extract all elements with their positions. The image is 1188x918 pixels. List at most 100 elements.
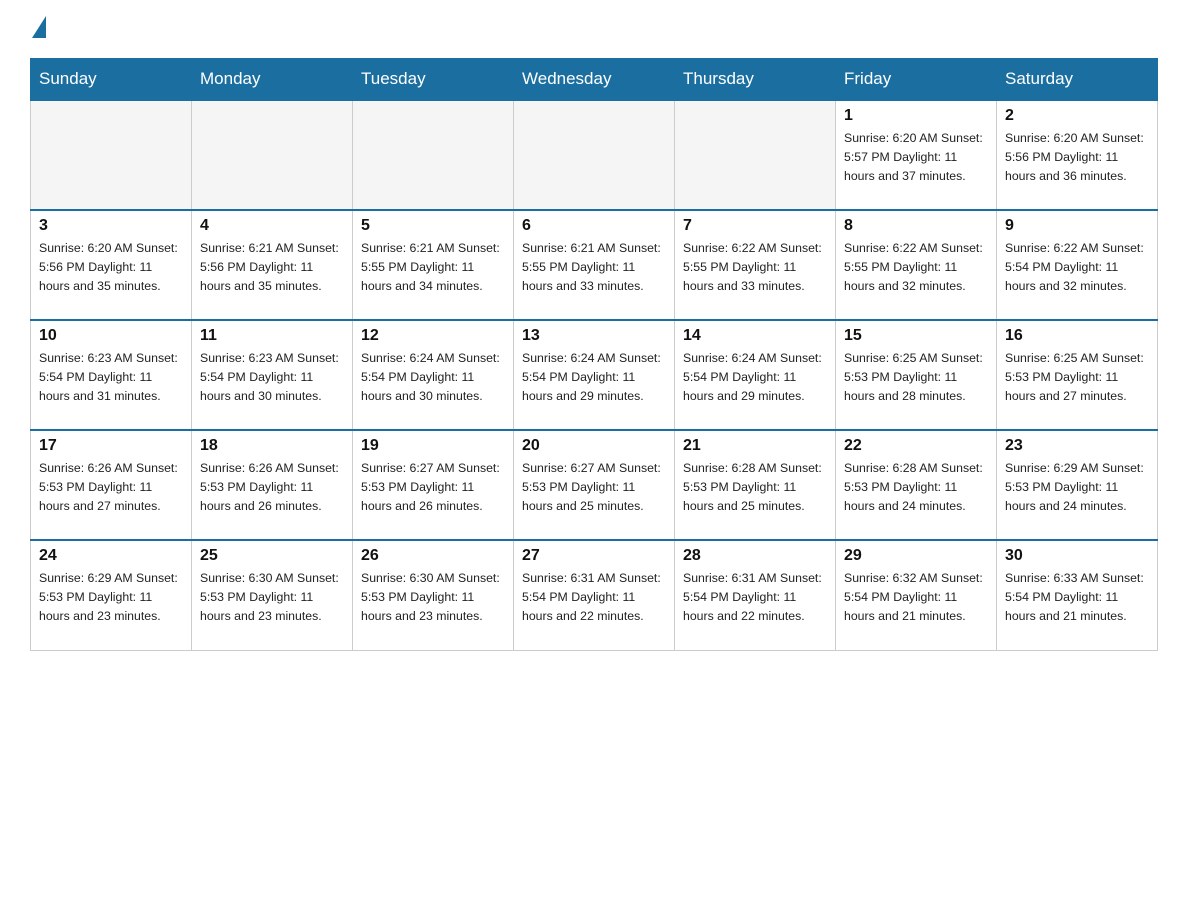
calendar-cell <box>31 100 192 210</box>
day-number: 22 <box>844 437 988 455</box>
calendar-cell: 18 Sunrise: 6:26 AM Sunset: 5:53 PM Dayli… <box>192 430 353 540</box>
day-number: 8 <box>844 217 988 235</box>
day-info: Sunrise: 6:24 AM Sunset: 5:54 PM Dayligh… <box>683 349 827 406</box>
calendar-cell: 2 Sunrise: 6:20 AM Sunset: 5:56 PM Daylig… <box>997 100 1158 210</box>
day-number: 29 <box>844 547 988 565</box>
day-number: 24 <box>39 547 183 565</box>
day-number: 23 <box>1005 437 1149 455</box>
day-number: 3 <box>39 217 183 235</box>
day-info: Sunrise: 6:22 AM Sunset: 5:54 PM Dayligh… <box>1005 239 1149 296</box>
day-info: Sunrise: 6:21 AM Sunset: 5:56 PM Dayligh… <box>200 239 344 296</box>
calendar-cell: 6 Sunrise: 6:21 AM Sunset: 5:55 PM Daylig… <box>514 210 675 320</box>
day-number: 12 <box>361 327 505 345</box>
day-number: 30 <box>1005 547 1149 565</box>
day-number: 17 <box>39 437 183 455</box>
day-info: Sunrise: 6:27 AM Sunset: 5:53 PM Dayligh… <box>522 459 666 516</box>
day-number: 7 <box>683 217 827 235</box>
day-number: 2 <box>1005 107 1149 125</box>
calendar-cell: 27 Sunrise: 6:31 AM Sunset: 5:54 PM Dayli… <box>514 540 675 650</box>
column-header-tuesday: Tuesday <box>353 59 514 101</box>
calendar-cell: 16 Sunrise: 6:25 AM Sunset: 5:53 PM Dayli… <box>997 320 1158 430</box>
calendar-cell: 23 Sunrise: 6:29 AM Sunset: 5:53 PM Dayli… <box>997 430 1158 540</box>
day-info: Sunrise: 6:26 AM Sunset: 5:53 PM Dayligh… <box>39 459 183 516</box>
calendar-week-row: 24 Sunrise: 6:29 AM Sunset: 5:53 PM Dayli… <box>31 540 1158 650</box>
day-number: 27 <box>522 547 666 565</box>
calendar-cell: 17 Sunrise: 6:26 AM Sunset: 5:53 PM Dayli… <box>31 430 192 540</box>
calendar-week-row: 10 Sunrise: 6:23 AM Sunset: 5:54 PM Dayli… <box>31 320 1158 430</box>
day-number: 9 <box>1005 217 1149 235</box>
calendar-header-row: SundayMondayTuesdayWednesdayThursdayFrid… <box>31 59 1158 101</box>
calendar-cell: 26 Sunrise: 6:30 AM Sunset: 5:53 PM Dayli… <box>353 540 514 650</box>
calendar-cell: 5 Sunrise: 6:21 AM Sunset: 5:55 PM Daylig… <box>353 210 514 320</box>
day-info: Sunrise: 6:20 AM Sunset: 5:56 PM Dayligh… <box>1005 129 1149 186</box>
day-info: Sunrise: 6:32 AM Sunset: 5:54 PM Dayligh… <box>844 569 988 626</box>
calendar-cell: 19 Sunrise: 6:27 AM Sunset: 5:53 PM Dayli… <box>353 430 514 540</box>
calendar-cell: 28 Sunrise: 6:31 AM Sunset: 5:54 PM Dayli… <box>675 540 836 650</box>
calendar-cell: 15Sunrise: 6:25 AM Sunset: 5:53 PM Dayli… <box>836 320 997 430</box>
day-number: 26 <box>361 547 505 565</box>
column-header-monday: Monday <box>192 59 353 101</box>
calendar-cell: 25Sunrise: 6:30 AM Sunset: 5:53 PM Dayli… <box>192 540 353 650</box>
day-number: 16 <box>1005 327 1149 345</box>
calendar-cell: 11Sunrise: 6:23 AM Sunset: 5:54 PM Dayli… <box>192 320 353 430</box>
calendar-cell: 12 Sunrise: 6:24 AM Sunset: 5:54 PM Dayli… <box>353 320 514 430</box>
calendar-cell: 24 Sunrise: 6:29 AM Sunset: 5:53 PM Dayli… <box>31 540 192 650</box>
day-number: 6 <box>522 217 666 235</box>
calendar-cell: 29 Sunrise: 6:32 AM Sunset: 5:54 PM Dayli… <box>836 540 997 650</box>
calendar-cell: 1 Sunrise: 6:20 AM Sunset: 5:57 PM Daylig… <box>836 100 997 210</box>
calendar-cell: 4 Sunrise: 6:21 AM Sunset: 5:56 PM Daylig… <box>192 210 353 320</box>
day-info: Sunrise: 6:28 AM Sunset: 5:53 PM Dayligh… <box>844 459 988 516</box>
calendar-cell: 9 Sunrise: 6:22 AM Sunset: 5:54 PM Daylig… <box>997 210 1158 320</box>
day-number: 10 <box>39 327 183 345</box>
column-header-sunday: Sunday <box>31 59 192 101</box>
day-number: 28 <box>683 547 827 565</box>
day-info: Sunrise: 6:30 AM Sunset: 5:53 PM Dayligh… <box>200 569 344 626</box>
day-info: Sunrise: 6:31 AM Sunset: 5:54 PM Dayligh… <box>683 569 827 626</box>
day-info: Sunrise: 6:25 AM Sunset: 5:53 PM Dayligh… <box>844 349 988 406</box>
day-number: 18 <box>200 437 344 455</box>
day-number: 1 <box>844 107 988 125</box>
day-info: Sunrise: 6:21 AM Sunset: 5:55 PM Dayligh… <box>522 239 666 296</box>
calendar-cell <box>353 100 514 210</box>
calendar-cell <box>514 100 675 210</box>
day-info: Sunrise: 6:33 AM Sunset: 5:54 PM Dayligh… <box>1005 569 1149 626</box>
calendar-cell: 3 Sunrise: 6:20 AM Sunset: 5:56 PM Daylig… <box>31 210 192 320</box>
calendar-week-row: 3 Sunrise: 6:20 AM Sunset: 5:56 PM Daylig… <box>31 210 1158 320</box>
calendar-table: SundayMondayTuesdayWednesdayThursdayFrid… <box>30 58 1158 651</box>
day-number: 19 <box>361 437 505 455</box>
day-info: Sunrise: 6:25 AM Sunset: 5:53 PM Dayligh… <box>1005 349 1149 406</box>
day-number: 13 <box>522 327 666 345</box>
column-header-friday: Friday <box>836 59 997 101</box>
calendar-cell <box>675 100 836 210</box>
calendar-cell: 22 Sunrise: 6:28 AM Sunset: 5:53 PM Dayli… <box>836 430 997 540</box>
day-info: Sunrise: 6:24 AM Sunset: 5:54 PM Dayligh… <box>361 349 505 406</box>
day-info: Sunrise: 6:26 AM Sunset: 5:53 PM Dayligh… <box>200 459 344 516</box>
day-info: Sunrise: 6:29 AM Sunset: 5:53 PM Dayligh… <box>39 569 183 626</box>
day-info: Sunrise: 6:29 AM Sunset: 5:53 PM Dayligh… <box>1005 459 1149 516</box>
calendar-cell: 7 Sunrise: 6:22 AM Sunset: 5:55 PM Daylig… <box>675 210 836 320</box>
day-info: Sunrise: 6:27 AM Sunset: 5:53 PM Dayligh… <box>361 459 505 516</box>
day-info: Sunrise: 6:22 AM Sunset: 5:55 PM Dayligh… <box>683 239 827 296</box>
day-info: Sunrise: 6:31 AM Sunset: 5:54 PM Dayligh… <box>522 569 666 626</box>
day-number: 4 <box>200 217 344 235</box>
column-header-saturday: Saturday <box>997 59 1158 101</box>
logo <box>30 20 46 38</box>
day-number: 21 <box>683 437 827 455</box>
day-info: Sunrise: 6:22 AM Sunset: 5:55 PM Dayligh… <box>844 239 988 296</box>
day-info: Sunrise: 6:20 AM Sunset: 5:56 PM Dayligh… <box>39 239 183 296</box>
day-info: Sunrise: 6:20 AM Sunset: 5:57 PM Dayligh… <box>844 129 988 186</box>
calendar-week-row: 17 Sunrise: 6:26 AM Sunset: 5:53 PM Dayli… <box>31 430 1158 540</box>
column-header-wednesday: Wednesday <box>514 59 675 101</box>
calendar-cell: 14 Sunrise: 6:24 AM Sunset: 5:54 PM Dayli… <box>675 320 836 430</box>
calendar-cell: 20 Sunrise: 6:27 AM Sunset: 5:53 PM Dayli… <box>514 430 675 540</box>
day-info: Sunrise: 6:30 AM Sunset: 5:53 PM Dayligh… <box>361 569 505 626</box>
day-info: Sunrise: 6:21 AM Sunset: 5:55 PM Dayligh… <box>361 239 505 296</box>
day-info: Sunrise: 6:23 AM Sunset: 5:54 PM Dayligh… <box>200 349 344 406</box>
page-header <box>30 20 1158 38</box>
day-number: 5 <box>361 217 505 235</box>
calendar-cell: 8 Sunrise: 6:22 AM Sunset: 5:55 PM Daylig… <box>836 210 997 320</box>
column-header-thursday: Thursday <box>675 59 836 101</box>
day-number: 14 <box>683 327 827 345</box>
day-number: 20 <box>522 437 666 455</box>
calendar-cell: 10Sunrise: 6:23 AM Sunset: 5:54 PM Dayli… <box>31 320 192 430</box>
